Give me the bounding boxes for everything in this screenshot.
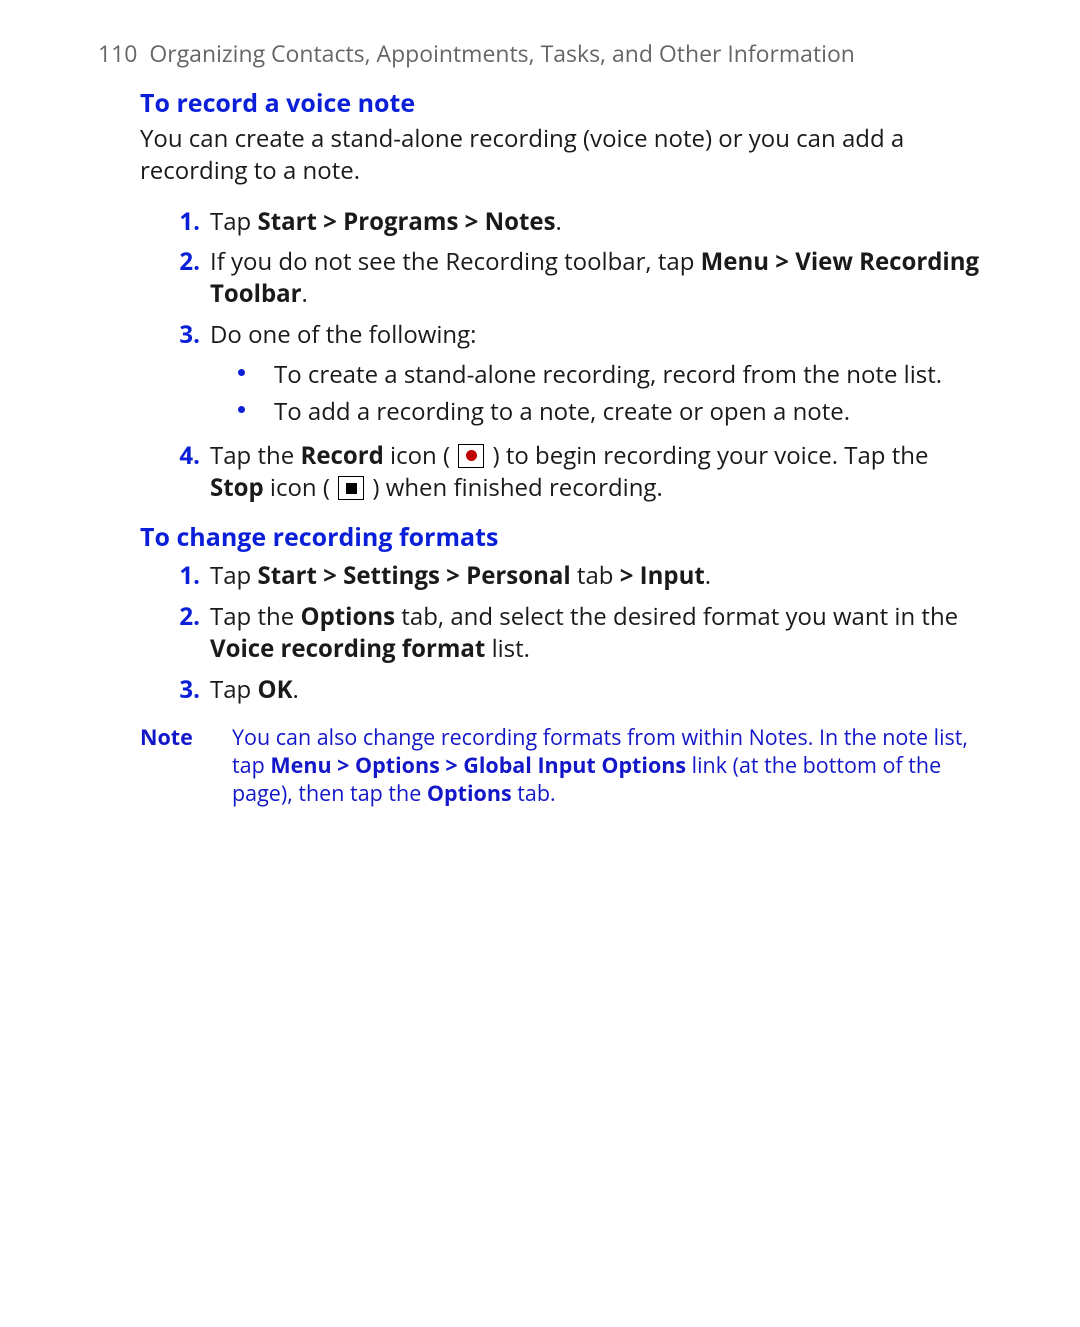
- step-text: If you do not see the Recording toolbar,…: [210, 245, 701, 278]
- note-block: Note You can also change recording forma…: [140, 724, 982, 808]
- step-number: 4.: [170, 440, 200, 472]
- step-number: 2.: [170, 601, 200, 633]
- step-number: 1.: [170, 560, 200, 592]
- note-label: Note: [140, 724, 232, 808]
- section-heading-record: To record a voice note: [140, 87, 982, 121]
- sub-text: To create a stand-alone recording, recor…: [274, 358, 942, 391]
- step-text: Tap: [210, 205, 257, 238]
- step-text: Tap the: [210, 600, 300, 633]
- page-number: 110: [98, 37, 137, 69]
- step-text: Tap the: [210, 439, 300, 472]
- content-area: To record a voice note You can create a …: [98, 87, 982, 808]
- step-text: tab, and select the desired format you w…: [395, 600, 958, 633]
- step-bold: OK: [257, 673, 292, 706]
- step-bold: Start > Settings > Personal: [257, 559, 570, 592]
- bullet-icon: [238, 406, 245, 413]
- step-1-3: 3. Do one of the following: To create a …: [170, 315, 982, 436]
- step-text: .: [293, 673, 299, 706]
- step-bold: Stop: [210, 471, 264, 504]
- step-1-3-sublist: To create a stand-alone recording, recor…: [210, 357, 982, 430]
- step-text: .: [302, 277, 308, 310]
- step-bold: > Input: [620, 559, 705, 592]
- step-1-2: 2. If you do not see the Recording toolb…: [170, 242, 982, 315]
- step-text: list.: [485, 632, 530, 665]
- sub-text: To add a recording to a note, create or …: [274, 395, 850, 428]
- step-1-1: 1. Tap Start > Programs > Notes.: [170, 202, 982, 242]
- page: 110 Organizing Contacts, Appointments, T…: [0, 0, 1080, 808]
- note-body: You can also change recording formats fr…: [232, 724, 982, 808]
- step-bold: Options: [300, 600, 395, 633]
- step-number: 2.: [170, 246, 200, 278]
- step-2-3: 3. Tap OK.: [170, 670, 982, 710]
- sub-item: To create a stand-alone recording, recor…: [238, 357, 982, 393]
- step-text: ) when finished recording.: [366, 471, 663, 504]
- step-bold: Record: [300, 439, 383, 472]
- running-header: 110 Organizing Contacts, Appointments, T…: [98, 38, 982, 69]
- step-text: ) to begin recording your voice. Tap the: [486, 439, 928, 472]
- step-2-2: 2. Tap the Options tab, and select the d…: [170, 597, 982, 670]
- step-text: icon (: [384, 439, 457, 472]
- step-text: Do one of the following:: [210, 318, 476, 351]
- step-bold: Voice recording format: [210, 632, 485, 665]
- note-text: tab.: [512, 779, 556, 808]
- bullet-icon: [238, 369, 245, 376]
- record-icon: [458, 444, 484, 468]
- step-bold: Start > Programs > Notes: [257, 205, 555, 238]
- step-number: 3.: [170, 319, 200, 351]
- section1-intro: You can create a stand-alone recording (…: [140, 123, 982, 188]
- section2-steps: 1. Tap Start > Settings > Personal tab >…: [140, 556, 982, 710]
- sub-item: To add a recording to a note, create or …: [238, 394, 982, 430]
- step-2-1: 1. Tap Start > Settings > Personal tab >…: [170, 556, 982, 596]
- step-text: .: [705, 559, 711, 592]
- step-text: icon (: [264, 471, 337, 504]
- chapter-title: Organizing Contacts, Appointments, Tasks…: [149, 37, 855, 69]
- section-heading-formats: To change recording formats: [140, 521, 982, 555]
- note-bold: Options: [427, 779, 512, 808]
- step-number: 3.: [170, 674, 200, 706]
- stop-icon: [338, 476, 364, 500]
- step-text: Tap: [210, 559, 257, 592]
- step-text: .: [556, 205, 562, 238]
- step-text: Tap: [210, 673, 257, 706]
- section1-steps: 1. Tap Start > Programs > Notes. 2. If y…: [140, 202, 982, 509]
- step-number: 1.: [170, 206, 200, 238]
- step-1-4: 4. Tap the Record icon ( ) to begin reco…: [170, 436, 982, 509]
- step-text: tab: [571, 559, 620, 592]
- note-bold: Menu > Options > Global Input Options: [270, 751, 686, 780]
